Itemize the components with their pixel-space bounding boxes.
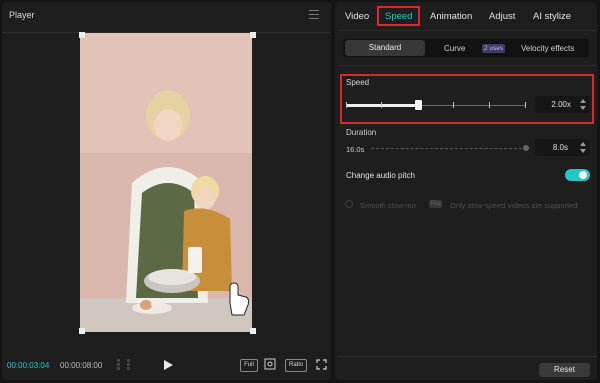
duration-track — [371, 148, 527, 149]
ratio-button[interactable]: Ratio — [285, 359, 307, 372]
duration-value: 8.0s — [552, 143, 568, 152]
uses-badge: 2 uses — [482, 44, 506, 53]
fullscreen-icon[interactable] — [316, 359, 327, 370]
full-button[interactable]: Full — [240, 359, 258, 372]
frames-icon[interactable] — [117, 359, 131, 371]
slider-tick — [346, 102, 347, 108]
slider-tick — [489, 102, 490, 108]
speed-tab-highlight — [377, 6, 420, 26]
smooth-slowmo-label: Smooth slow-mo — [360, 201, 416, 210]
pro-badge: Pro — [429, 200, 443, 208]
crop-handle-top-left[interactable] — [79, 32, 85, 38]
tab-adjust[interactable]: Adjust — [489, 11, 515, 22]
player-title: Player — [9, 10, 35, 20]
play-icon[interactable] — [162, 358, 174, 372]
tab-animation[interactable]: Animation — [430, 11, 472, 22]
duration-label: Duration — [346, 128, 377, 137]
properties-panel — [335, 2, 597, 380]
slider-tick — [453, 102, 454, 108]
reset-button[interactable]: Reset — [539, 363, 590, 377]
toggle-knob — [579, 171, 587, 179]
slider-tick — [525, 102, 526, 108]
tab-ai-stylize[interactable]: AI stylize — [533, 11, 571, 22]
standard-mode-button[interactable]: Standard — [345, 40, 425, 56]
speed-value: 2.00x — [551, 100, 571, 109]
menu-icon[interactable] — [309, 10, 319, 19]
duration-end-marker — [523, 145, 529, 151]
speed-label: Speed — [346, 78, 370, 87]
crop-handle-top-right[interactable] — [250, 32, 256, 38]
video-preview[interactable] — [80, 33, 252, 332]
crop-handle-bottom-left[interactable] — [79, 328, 85, 334]
crop-handle-bottom-right[interactable] — [250, 328, 256, 334]
duration-stepper-icon[interactable] — [580, 141, 586, 154]
slowmo-note: Only slow-speed videos are supported — [450, 201, 578, 210]
crop-icon[interactable] — [264, 358, 276, 370]
video-frame-image — [80, 33, 252, 332]
velocity-effects-button[interactable]: Velocity effects — [521, 44, 574, 53]
change-audio-pitch-label: Change audio pitch — [346, 171, 415, 180]
player-header — [2, 2, 331, 33]
tab-video[interactable]: Video — [345, 11, 369, 22]
slider-tick — [381, 102, 382, 108]
current-time: 00:00:03:04 — [7, 361, 50, 370]
speed-slider-thumb[interactable] — [415, 100, 422, 110]
smooth-slowmo-checkbox[interactable] — [345, 200, 353, 208]
tabs-divider — [337, 30, 597, 31]
speed-stepper-icon[interactable] — [580, 98, 586, 111]
total-time: 00:00:08:00 — [60, 361, 103, 370]
curve-mode-button[interactable]: Curve — [444, 44, 465, 53]
footer-divider — [337, 356, 597, 357]
speed-slider-fill — [346, 104, 418, 107]
duration-original: 16.0s — [346, 145, 365, 154]
section-divider — [337, 65, 597, 66]
